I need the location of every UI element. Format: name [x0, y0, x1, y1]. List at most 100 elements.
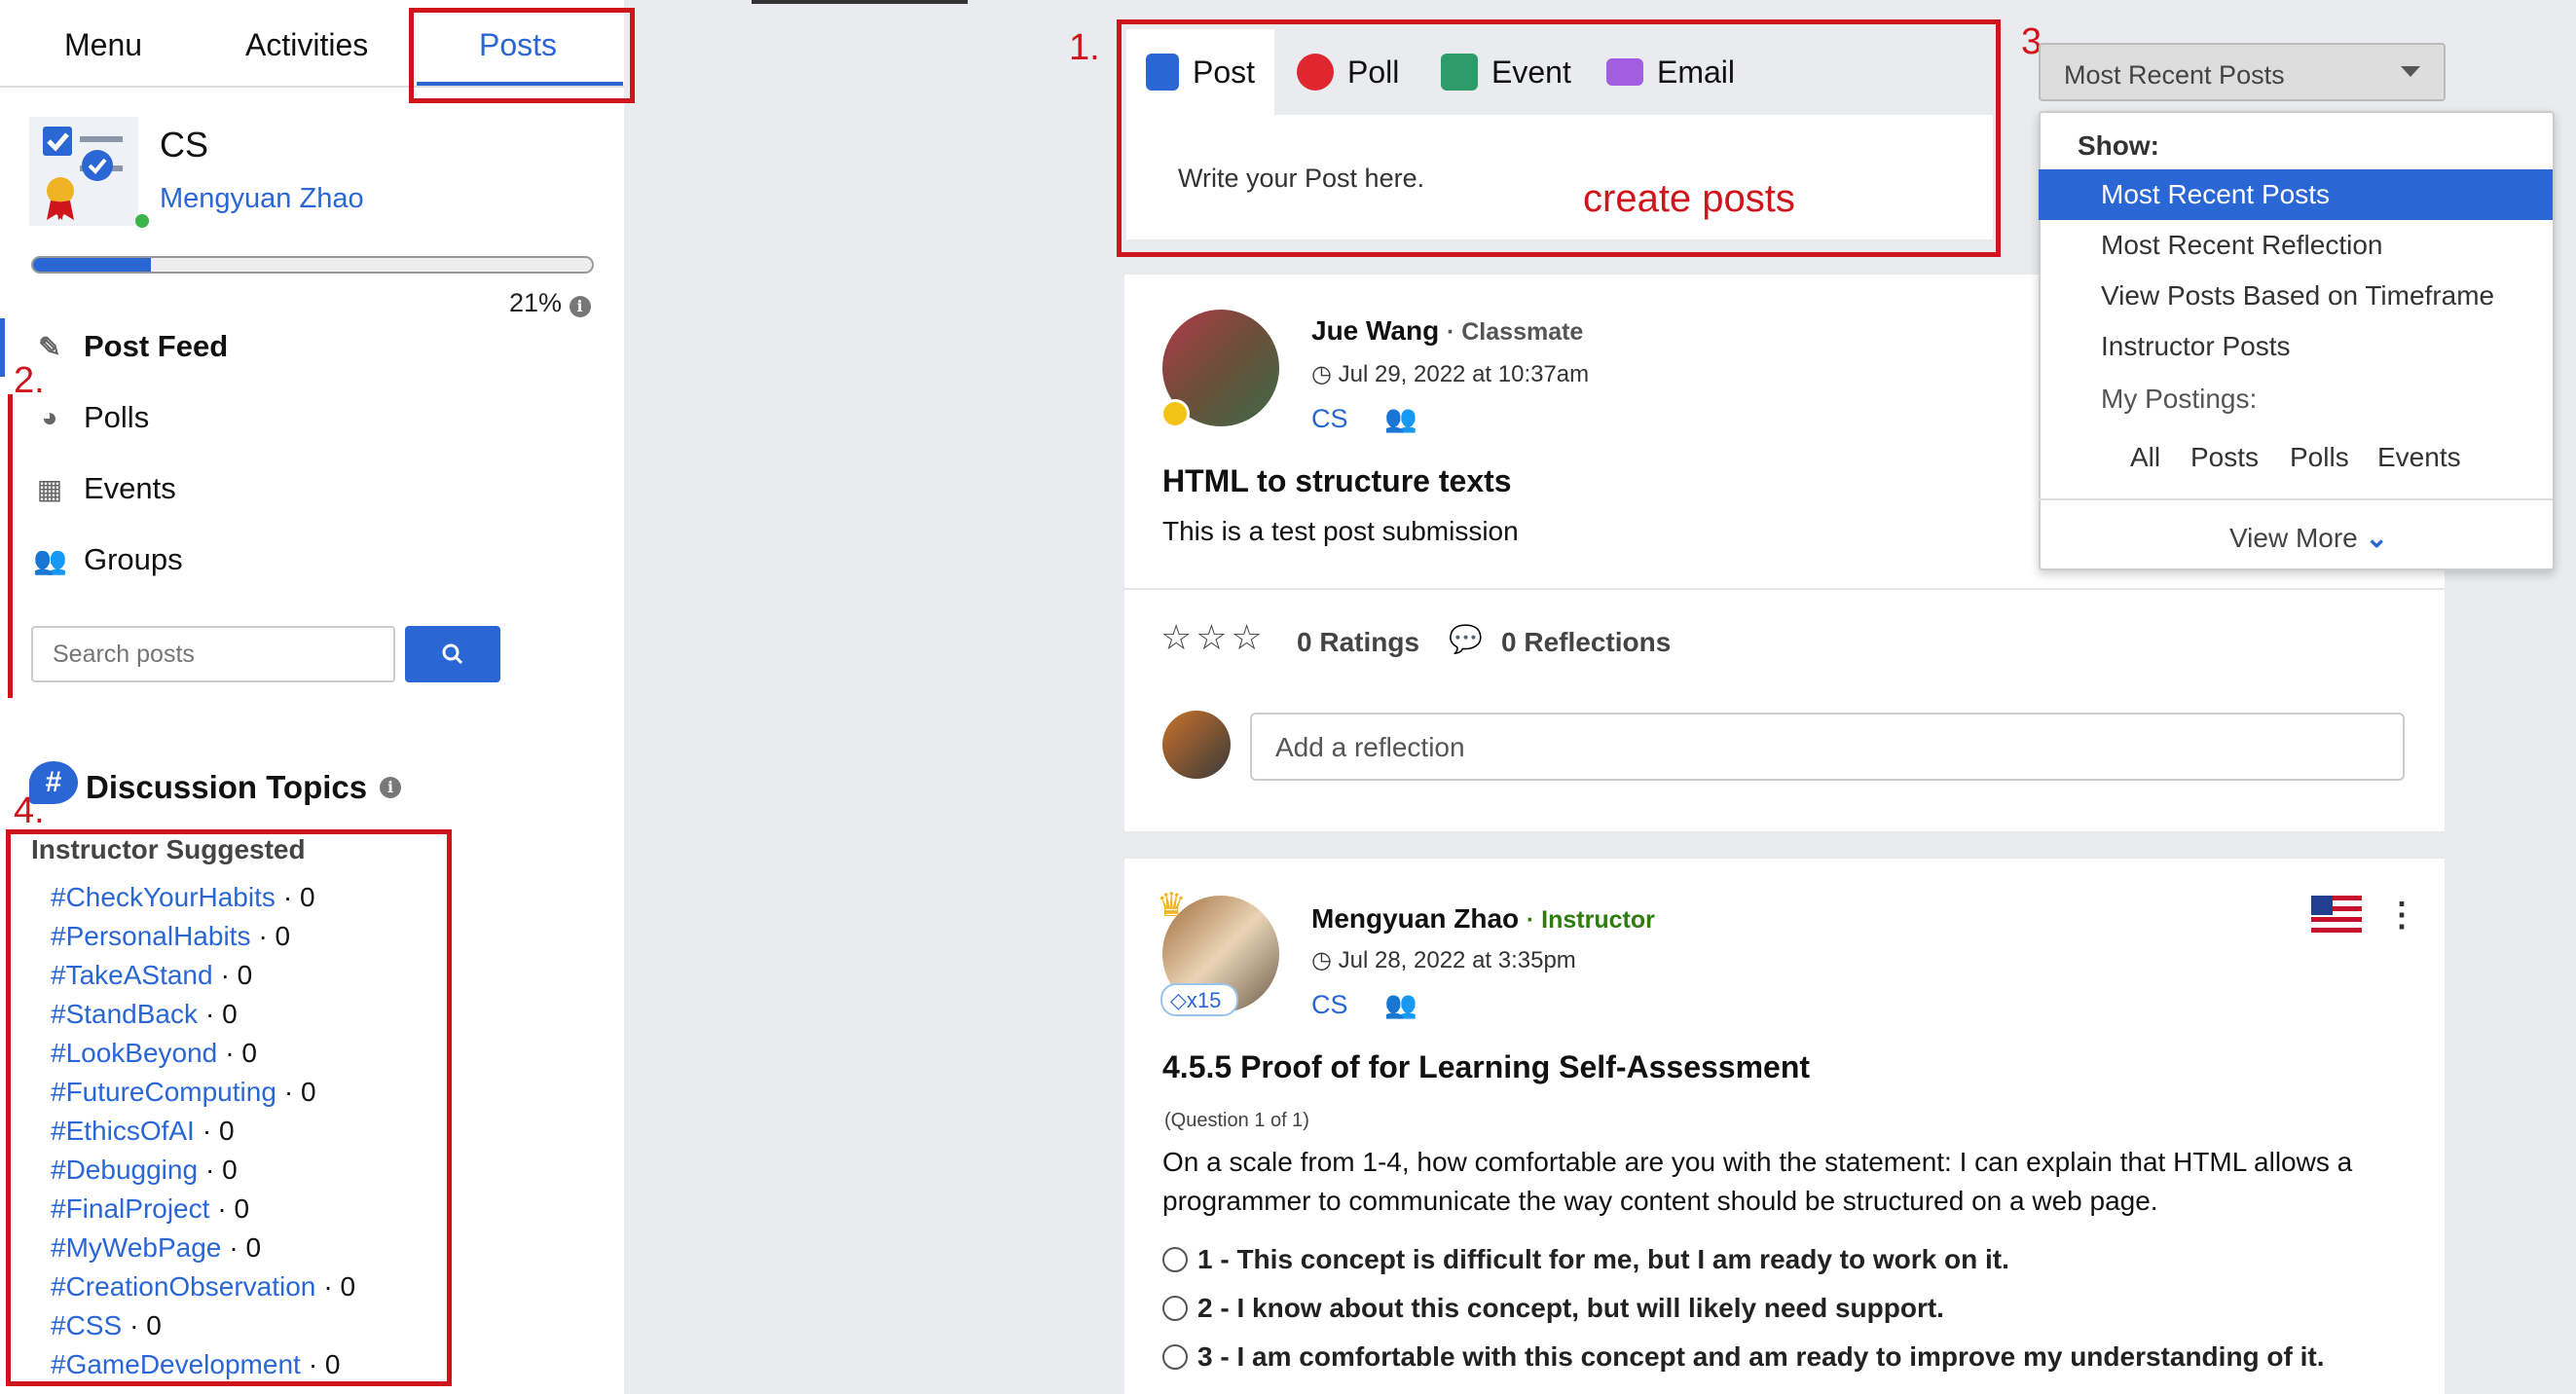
- us-flag-icon[interactable]: [2311, 896, 2362, 933]
- diamond-icon: ◇: [1170, 988, 1187, 1012]
- nav-label: Polls: [84, 400, 150, 434]
- chevron-down-icon: ⌄: [2365, 523, 2389, 553]
- annotation-box-creator: [1117, 19, 2001, 257]
- top-strip: [752, 0, 968, 4]
- course-link: CS: [1311, 990, 1348, 1019]
- nav-item-events[interactable]: ▦ Events: [33, 471, 176, 506]
- dropdown-option-timeframe[interactable]: View Posts Based on Timeframe: [2039, 271, 2553, 321]
- annotation-label-1: 1.: [1069, 27, 1100, 68]
- dropdown-suboption-polls[interactable]: Polls: [2290, 442, 2349, 473]
- option-label: 2 - I know about this concept, but will …: [1197, 1293, 1944, 1323]
- post-course[interactable]: CS 👥: [1311, 403, 1417, 434]
- poll-option[interactable]: 2 - I know about this concept, but will …: [1162, 1293, 1944, 1324]
- nav-label: Groups: [84, 542, 183, 576]
- post-timestamp: ◷ Jul 28, 2022 at 3:35pm: [1311, 946, 1576, 974]
- author-name: Jue Wang: [1311, 315, 1440, 346]
- timestamp-text: Jul 28, 2022 at 3:35pm: [1338, 947, 1576, 973]
- progress-percent-text: 21%: [509, 288, 563, 317]
- nav-item-post-feed[interactable]: ✎ Post Feed: [33, 329, 228, 364]
- search-button[interactable]: [405, 626, 500, 682]
- post-author[interactable]: Mengyuan Zhao · Instructor: [1311, 903, 1655, 935]
- info-icon[interactable]: i: [380, 777, 401, 798]
- reflections-count[interactable]: 0 Reflections: [1501, 627, 1671, 658]
- course-name: CS: [160, 125, 209, 165]
- annotation-bar-nav: [8, 394, 13, 698]
- users-icon: 👥: [33, 544, 67, 575]
- status-badge: [1160, 399, 1190, 428]
- author-name: Mengyuan Zhao: [1311, 903, 1520, 934]
- chevron-down-icon: [2401, 66, 2420, 77]
- poll-option[interactable]: 1 - This concept is difficult for me, bu…: [1162, 1244, 2009, 1275]
- post-body: This is a test post submission: [1162, 516, 1519, 546]
- search-icon: [442, 643, 463, 665]
- online-status-dot: [135, 214, 149, 228]
- search-posts-input[interactable]: [31, 626, 395, 682]
- ratings-count: 0 Ratings: [1297, 627, 1420, 657]
- rating-stars[interactable]: ☆☆☆: [1160, 617, 1267, 658]
- sort-select[interactable]: Most Recent Posts: [2039, 43, 2446, 101]
- annotation-label-2: 2.: [14, 360, 45, 401]
- divider: [2039, 498, 2553, 500]
- annotation-box-topics: [6, 829, 452, 1386]
- edit-icon: ✎: [38, 331, 61, 362]
- course-link: CS: [1311, 404, 1348, 433]
- course-progress-bar: [31, 256, 594, 274]
- author-role: · Classmate: [1446, 318, 1584, 346]
- dropdown-option-instructor-posts[interactable]: Instructor Posts: [2039, 321, 2553, 372]
- view-more-link[interactable]: View More ⌄: [2229, 522, 2388, 554]
- clock-icon: ◷: [1311, 947, 1332, 973]
- radio-button[interactable]: [1162, 1344, 1188, 1370]
- course-progress-fill: [33, 258, 151, 272]
- gem-badge: ◇x15: [1160, 983, 1238, 1016]
- poll-option[interactable]: 3 - I am comfortable with this concept a…: [1162, 1341, 2325, 1373]
- tab-menu[interactable]: Menu: [64, 27, 142, 63]
- more-options-icon[interactable]: ⋮: [2385, 896, 2418, 935]
- add-reflection-input[interactable]: Add a reflection: [1250, 713, 2405, 781]
- annotation-box-posts-tab: [409, 8, 635, 103]
- crown-icon: ♛: [1157, 887, 1187, 924]
- nav-label: Post Feed: [84, 329, 229, 363]
- option-label: 3 - I am comfortable with this concept a…: [1197, 1341, 2325, 1372]
- post-author[interactable]: Jue Wang · Classmate: [1311, 315, 1583, 347]
- dropdown-option-most-recent-posts[interactable]: Most Recent Posts: [2039, 169, 2553, 220]
- post-timestamp: ◷ Jul 29, 2022 at 10:37am: [1311, 360, 1589, 388]
- dropdown-option-most-recent-reflection[interactable]: Most Recent Reflection: [2039, 220, 2553, 271]
- annotation-label-4: 4.: [14, 790, 45, 831]
- avatar: [1162, 711, 1231, 779]
- clock-icon: ◷: [1311, 361, 1332, 387]
- post-course[interactable]: CS 👥: [1311, 989, 1417, 1020]
- option-label: 1 - This concept is difficult for me, bu…: [1197, 1244, 2009, 1274]
- course-user-link[interactable]: Mengyuan Zhao: [160, 183, 364, 215]
- info-icon[interactable]: i: [569, 296, 591, 317]
- tab-activities[interactable]: Activities: [245, 27, 368, 63]
- course-progress-label: 21% i: [509, 288, 591, 318]
- badge-count: x15: [1186, 988, 1222, 1012]
- post-title[interactable]: 4.5.5 Proof of for Learning Self-Assessm…: [1162, 1049, 1810, 1085]
- radio-button[interactable]: [1162, 1247, 1188, 1272]
- nav-label: Events: [84, 471, 176, 505]
- my-postings-label: My Postings:: [2101, 384, 2258, 414]
- author-role: · Instructor: [1526, 906, 1655, 934]
- comment-icon: 💬: [1449, 624, 1483, 654]
- radio-button[interactable]: [1162, 1296, 1188, 1321]
- pie-chart-icon: ◕: [41, 402, 58, 432]
- calendar-icon: ▦: [36, 473, 63, 504]
- dropdown-suboption-posts[interactable]: Posts: [2190, 442, 2259, 473]
- group-share-icon: 👥: [1384, 990, 1417, 1019]
- post-title[interactable]: HTML to structure texts: [1162, 463, 1512, 499]
- nav-item-groups[interactable]: 👥 Groups: [33, 542, 183, 577]
- dropdown-show-label: Show:: [2078, 130, 2159, 161]
- question-counter: (Question 1 of 1): [1164, 1110, 1309, 1131]
- dropdown-suboption-all[interactable]: All: [2130, 442, 2160, 473]
- group-share-icon: 👥: [1384, 404, 1417, 433]
- dropdown-suboption-events[interactable]: Events: [2377, 442, 2461, 473]
- divider: [1124, 588, 2445, 590]
- nav-item-polls[interactable]: ◕ Polls: [33, 400, 150, 435]
- view-more-label: View More: [2229, 523, 2358, 553]
- timestamp-text: Jul 29, 2022 at 10:37am: [1338, 361, 1590, 387]
- sidebar: Menu Activities Posts CS Mengyuan Zhao 2…: [0, 0, 635, 1394]
- discussion-topics-title: Discussion Topics: [86, 769, 368, 805]
- poll-question: On a scale from 1-4, how comfortable are…: [1162, 1147, 2353, 1216]
- course-badge-icon: [29, 117, 138, 226]
- nav-active-indicator: [0, 318, 5, 377]
